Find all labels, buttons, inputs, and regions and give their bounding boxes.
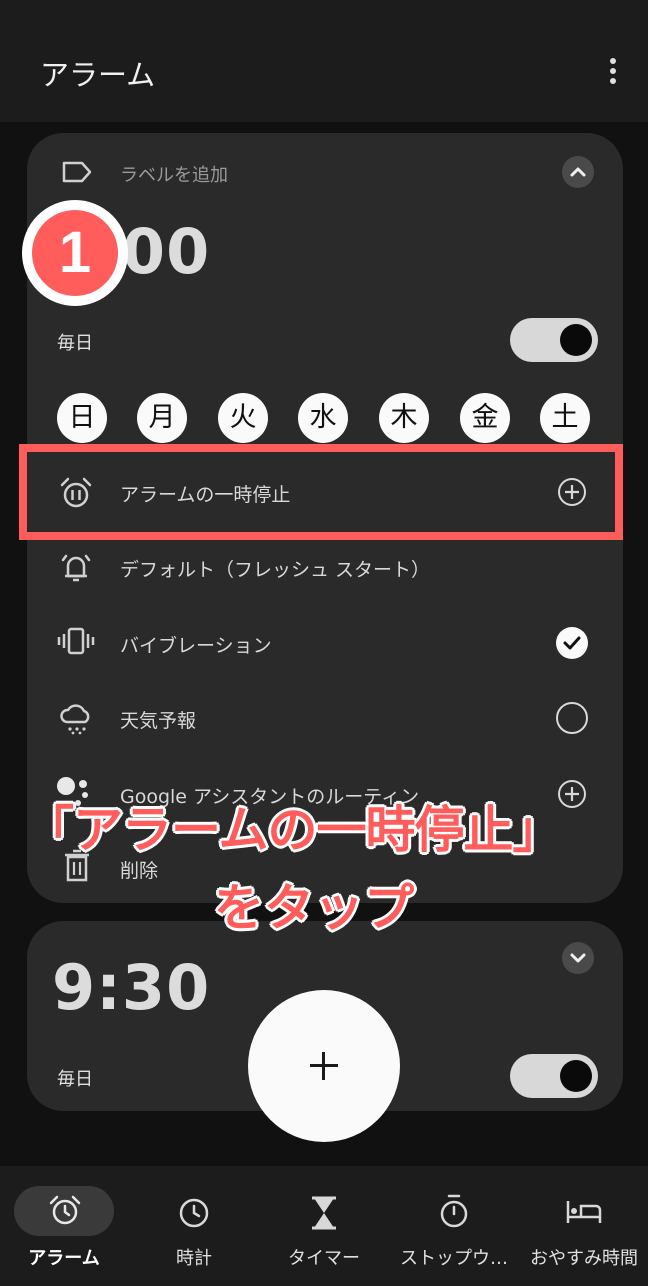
clock-icon [179, 1198, 209, 1228]
weather-cloud-icon [60, 704, 90, 735]
repeat-label: 毎日 [57, 1069, 93, 1090]
alarm-time[interactable]: 9:30 [52, 951, 210, 1024]
day-sun[interactable]: 日 [57, 393, 107, 443]
checkmark-icon [563, 636, 581, 650]
nav-timer[interactable]: タイマー [260, 1166, 388, 1286]
alarm-sound-label[interactable]: デフォルト（フレッシュ スタート） [120, 555, 430, 582]
nav-timer-label: タイマー [288, 1248, 360, 1269]
step-number-badge: 1 [22, 200, 128, 306]
day-sat[interactable]: 土 [540, 393, 590, 443]
alarm-clock-icon [49, 1195, 81, 1225]
day-mon[interactable]: 月 [137, 393, 187, 443]
tutorial-caption-line1: 「アラームの一時停止」 [24, 801, 562, 859]
alarm-toggle[interactable] [510, 318, 598, 362]
nav-alarm-label: アラーム [28, 1248, 100, 1269]
vibration-label[interactable]: バイブレーション [120, 631, 272, 658]
repeat-label: 毎日 [57, 333, 93, 354]
stopwatch-icon [440, 1194, 468, 1228]
page-title: アラーム [40, 58, 156, 92]
expand-button[interactable] [562, 942, 594, 974]
more-options-icon[interactable] [604, 56, 622, 86]
plus-icon [565, 787, 579, 801]
nav-bedtime-label: おやすみ時間 [530, 1248, 638, 1269]
nav-bedtime[interactable]: おやすみ時間 [520, 1166, 648, 1286]
vibration-checkbox[interactable] [556, 627, 588, 659]
day-fri[interactable]: 金 [460, 393, 510, 443]
nav-clock[interactable]: 時計 [130, 1166, 258, 1286]
weather-radio[interactable] [556, 702, 588, 734]
day-thu[interactable]: 木 [379, 393, 429, 443]
day-wed[interactable]: 水 [298, 393, 348, 443]
vibration-icon [57, 627, 95, 655]
day-tue[interactable]: 火 [218, 393, 268, 443]
tutorial-highlight-box [19, 444, 623, 540]
nav-clock-label: 時計 [176, 1248, 212, 1269]
hourglass-icon [312, 1196, 336, 1230]
collapse-button[interactable] [562, 156, 594, 188]
nav-stopwatch-label: ストップウ… [400, 1248, 508, 1269]
nav-stopwatch[interactable]: ストップウ… [390, 1166, 518, 1286]
weather-label[interactable]: 天気予報 [120, 706, 196, 733]
top-app-bar: アラーム [0, 0, 648, 122]
chevron-down-icon [570, 953, 586, 963]
add-label-field[interactable]: ラベルを追加 [120, 161, 228, 187]
assistant-add-button[interactable] [558, 780, 586, 808]
nav-alarm[interactable]: アラーム [0, 1166, 128, 1286]
alarm-bell-icon [61, 554, 91, 582]
tutorial-caption-line2: をタップ [214, 879, 414, 937]
add-alarm-button[interactable]: + [248, 990, 400, 1142]
bed-icon [566, 1201, 602, 1223]
alarm-toggle[interactable] [510, 1054, 598, 1098]
chevron-up-icon [570, 167, 586, 177]
label-icon [62, 161, 92, 183]
bottom-navigation: アラーム 時計 タイマー ストップウ… おやすみ時間 [0, 1166, 648, 1286]
